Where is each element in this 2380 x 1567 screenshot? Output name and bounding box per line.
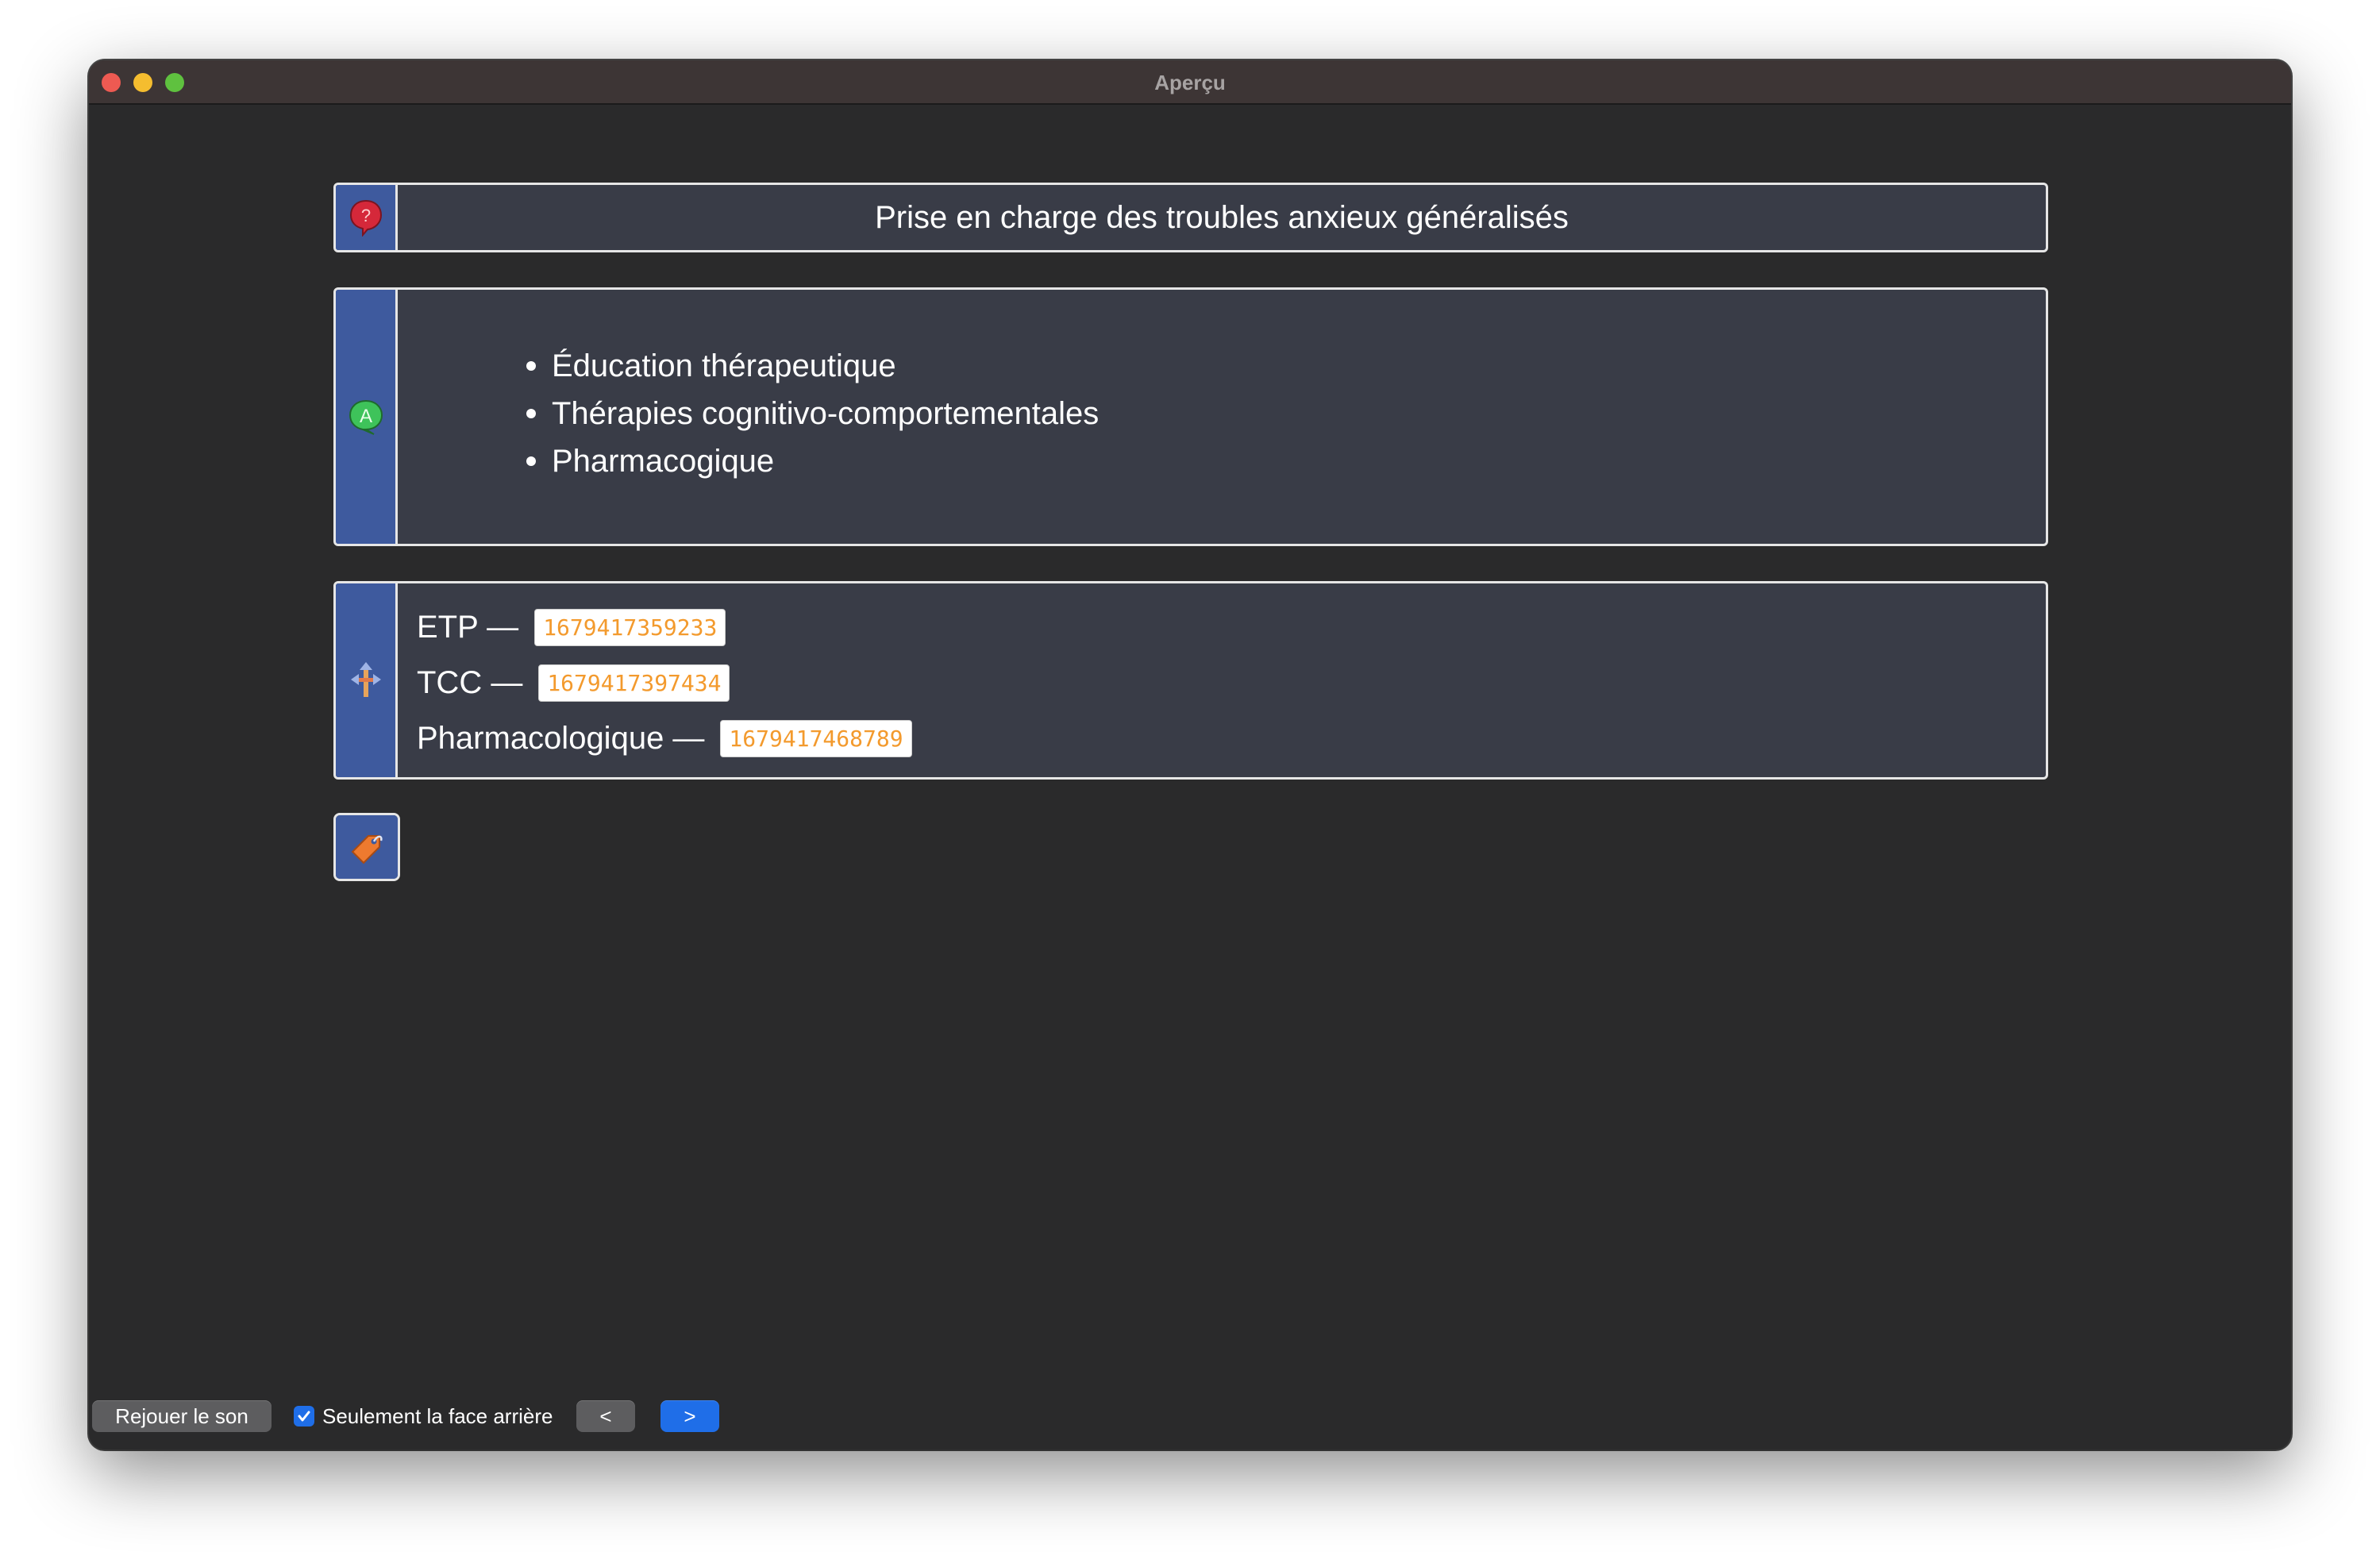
question-bubble-icon: ? [349, 199, 382, 237]
signpost-icon [350, 662, 381, 697]
link-label: Pharmacologique — [417, 720, 705, 756]
replay-audio-button[interactable]: Rejouer le son [92, 1400, 272, 1432]
answer-side-panel: A [336, 290, 398, 544]
question-card: ? Prise en charge des troubles anxieux g… [333, 183, 2048, 252]
link-label: TCC — [417, 664, 523, 700]
answer-list: Éducation thérapeutique Thérapies cognit… [526, 342, 1099, 485]
checkmark-icon [298, 1411, 310, 1422]
answer-item: Pharmacogique [526, 437, 1099, 485]
window-title: Aperçu [1154, 71, 1226, 94]
only-back-checkbox[interactable] [294, 1406, 314, 1426]
link-row: Pharmacologique — 1679417468789 [417, 710, 912, 766]
note-reference-link[interactable]: 1679417468789 [720, 719, 912, 757]
tags-card [333, 813, 400, 881]
tag-icon [351, 835, 383, 864]
svg-text:?: ? [360, 206, 370, 225]
answer-item: Éducation thérapeutique [526, 342, 1099, 390]
only-back-label: Seulement la face arrière [322, 1403, 553, 1428]
answer-bubble-icon: A [349, 399, 383, 435]
link-row: TCC — 1679417397434 [417, 655, 912, 710]
preview-content: ? Prise en charge des troubles anxieux g… [89, 106, 2291, 1450]
tags-side-panel [336, 815, 398, 879]
note-reference-link[interactable]: 1679417397434 [538, 664, 730, 702]
link-label: ETP — [417, 609, 519, 645]
links-side-panel [336, 583, 398, 777]
link-row: ETP — 1679417359233 [417, 599, 912, 655]
answer-item: Thérapies cognitivo-comportementales [526, 390, 1099, 437]
answer-card: A Éducation thérapeutique Thérapies cogn… [333, 287, 2048, 546]
next-button[interactable]: > [660, 1400, 719, 1432]
question-side-panel: ? [336, 185, 398, 250]
title-bar: Aperçu [89, 60, 2291, 105]
question-text: Prise en charge des troubles anxieux gén… [875, 199, 1569, 235]
note-reference-link[interactable]: 1679417359233 [534, 608, 726, 646]
links-card: ETP — 1679417359233 TCC — 1679417397434 … [333, 581, 2048, 780]
svg-text:A: A [359, 406, 372, 427]
previous-button[interactable]: < [576, 1400, 635, 1432]
link-list: ETP — 1679417359233 TCC — 1679417397434 … [417, 599, 912, 766]
only-back-toggle[interactable]: Seulement la face arrière [294, 1400, 553, 1432]
preview-window: Aperçu ? Prise en charge des troubles an… [89, 60, 2291, 1450]
bottom-toolbar: Rejouer le son Seulement la face arrière… [89, 1394, 2291, 1450]
